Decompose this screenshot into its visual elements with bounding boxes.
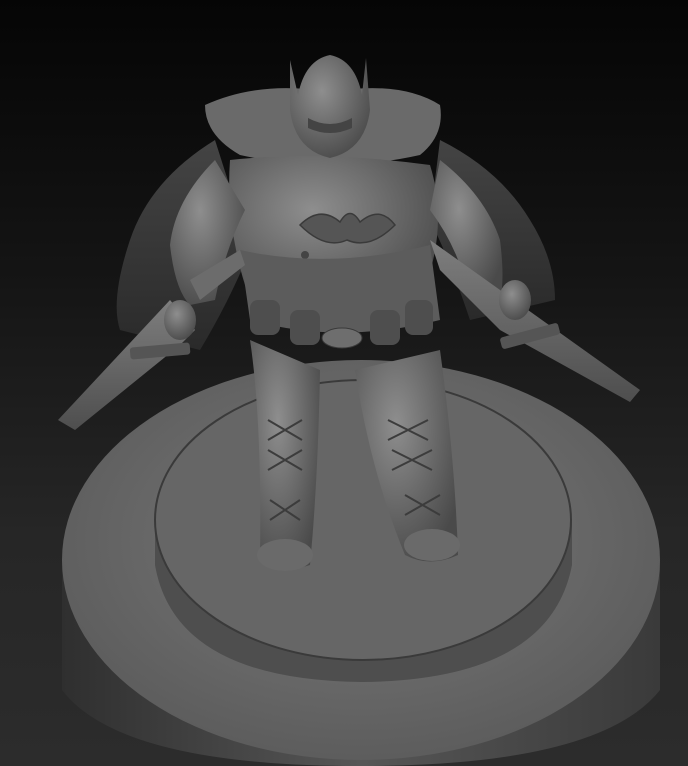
belt xyxy=(240,245,440,349)
sculpt-viewport[interactable] xyxy=(0,0,688,766)
pedestal xyxy=(62,360,660,766)
sculpture-render xyxy=(58,55,660,766)
